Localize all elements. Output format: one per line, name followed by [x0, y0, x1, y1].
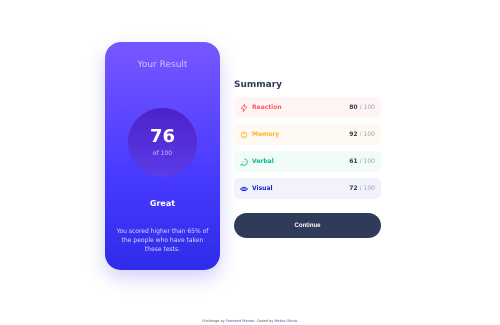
result-card: Your Result 76 of 100 Great You scored h… [105, 42, 220, 270]
attribution-prefix: Challenge by [201, 319, 225, 323]
summary-title: Summary [234, 80, 283, 90]
frontend-mentor-link[interactable]: Frontend Mentor [226, 319, 255, 323]
summary-row-score: 72 [349, 185, 358, 192]
attribution-suffix: . [297, 319, 299, 323]
summary-row-label: Reaction [252, 104, 282, 111]
eye-icon [240, 185, 248, 193]
summary-row-max: 100 [363, 158, 375, 165]
attribution-middle: . Coded by [254, 319, 274, 323]
summary-row-max: 100 [363, 104, 375, 111]
summary-row-score: 92 [349, 131, 358, 138]
summary-row-score: 61 [349, 158, 358, 165]
summary-row-memory: Memory 92 / 100 [234, 124, 381, 145]
summary-row-verbal: Verbal 61 / 100 [234, 151, 381, 172]
summary-row-label: Visual [252, 185, 273, 192]
summary-row-reaction: Reaction 80 / 100 [234, 97, 381, 118]
summary-row-score: 80 [349, 104, 358, 111]
speech-bubble-icon [240, 157, 248, 166]
score-of-label: of 100 [152, 150, 173, 157]
brain-icon [240, 131, 248, 139]
verdict-label: Great [149, 199, 176, 208]
score-circle: 76 of 100 [128, 108, 197, 177]
author-link[interactable]: Melisa Olinta [274, 319, 297, 323]
summary-panel: Summary Reaction 80 / 100 Memory 92 / 10… [234, 80, 381, 205]
result-title: Your Result [137, 60, 188, 70]
summary-row-label: Memory [252, 131, 280, 138]
continue-button[interactable]: Continue [234, 213, 381, 238]
attribution: Challenge by Frontend Mentor. Coded by M… [0, 319, 500, 323]
summary-row-visual: Visual 72 / 100 [234, 178, 381, 199]
score-value: 76 [149, 126, 176, 147]
summary-row-label: Verbal [252, 158, 274, 165]
result-description: You scored higher than 65% of the people… [116, 228, 209, 253]
summary-row-max: 100 [363, 185, 375, 192]
lightning-icon [240, 103, 248, 112]
summary-row-max: 100 [363, 131, 375, 138]
